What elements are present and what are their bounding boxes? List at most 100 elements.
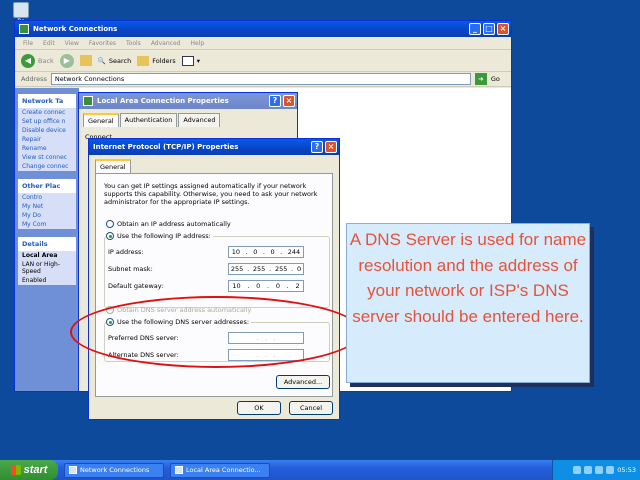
use-following-ip-option[interactable]: Use the following IP address: — [106, 232, 213, 240]
tcpip-properties-titlebar[interactable]: Internet Protocol (TCP/IP) Properties ? … — [89, 139, 339, 155]
default-gateway-label: Default gateway: — [108, 282, 164, 290]
obtain-ip-auto-radio[interactable] — [106, 220, 114, 228]
maximize-button[interactable]: □ — [483, 23, 495, 35]
tab-general[interactable]: General — [83, 113, 119, 127]
annotation-callout: A DNS Server is used for name resolution… — [346, 223, 590, 383]
tray-network-icon[interactable] — [573, 466, 582, 474]
gateway-octet-1: 10 — [232, 282, 241, 290]
task-view-status[interactable]: View st connec — [18, 153, 76, 162]
tcpip-description: You can get IP settings assigned automat… — [104, 182, 318, 206]
cancel-button[interactable]: Cancel — [289, 401, 333, 415]
obtain-ip-auto-option[interactable]: Obtain an IP address automatically — [106, 220, 231, 228]
back-label: Back — [38, 56, 54, 65]
default-gateway-field[interactable]: 10. 0. 0. 2 — [228, 280, 304, 292]
dns-highlight-ellipse — [70, 296, 362, 368]
up-folder-icon — [79, 55, 92, 66]
taskbar: start Network Connections Local Area Con… — [0, 460, 640, 480]
go-label[interactable]: Go — [491, 75, 500, 83]
taskbar-network-connections-label: Network Connections — [80, 466, 150, 474]
taskbar-network-connections[interactable]: Network Connections — [64, 462, 164, 478]
task-pane: Network Ta Create connec Set up office n… — [15, 88, 79, 391]
details-panel: Details Local Area LAN or High-Speed Ena… — [18, 237, 76, 285]
address-field[interactable]: Network Connections — [50, 73, 471, 85]
network-folder-small-icon — [69, 466, 77, 474]
menu-tools[interactable]: Tools — [126, 40, 141, 47]
lan-connection-icon — [83, 96, 93, 106]
close-button[interactable]: × — [497, 23, 509, 35]
use-following-ip-label: Use the following IP address: — [117, 232, 211, 240]
menu-view[interactable]: View — [65, 40, 79, 47]
other-places-header[interactable]: Other Plac — [18, 179, 76, 193]
menu-edit[interactable]: Edit — [43, 40, 55, 47]
lan-close-button[interactable]: × — [283, 95, 295, 107]
place-my-computer[interactable]: My Com — [18, 220, 76, 229]
tab-general-tcpip[interactable]: General — [95, 159, 131, 173]
network-connections-titlebar[interactable]: Network Connections _ □ × — [15, 21, 511, 37]
task-setup[interactable]: Set up office n — [18, 117, 76, 126]
tab-advanced[interactable]: Advanced — [178, 113, 221, 127]
ip-octet-1: 10 — [231, 248, 241, 256]
ip-address-field[interactable]: 10. 0. 0. 244 — [228, 246, 304, 258]
ip-address-label: IP address: — [108, 248, 144, 256]
task-change[interactable]: Change connec — [18, 162, 76, 171]
subnet-octet-4: 0 — [296, 265, 302, 273]
details-title: Local Area — [22, 252, 58, 259]
place-control-panel[interactable]: Contro — [18, 193, 76, 202]
go-arrow-icon[interactable]: ➜ — [474, 73, 487, 85]
other-places-panel: Other Plac Contro My Net My Do My Com — [18, 179, 76, 229]
ip-octet-3: 0 — [270, 248, 275, 256]
task-create[interactable]: Create connec — [18, 108, 76, 117]
tab-authentication[interactable]: Authentication — [119, 113, 178, 127]
lan-properties-titlebar[interactable]: Local Area Connection Properties ? × — [79, 93, 297, 109]
address-value: Network Connections — [54, 75, 125, 83]
ip-octet-4: 244 — [287, 248, 301, 256]
details-status: Enabled — [22, 277, 47, 284]
network-folder-icon — [19, 24, 29, 34]
task-rename[interactable]: Rename — [18, 144, 76, 153]
subnet-mask-field[interactable]: 255. 255. 255. 0 — [228, 263, 304, 275]
network-connections-title: Network Connections — [33, 25, 118, 33]
tray-volume-icon[interactable] — [584, 466, 593, 474]
place-my-network[interactable]: My Net — [18, 202, 76, 211]
views-button[interactable]: ▾ — [181, 55, 200, 66]
taskbar-local-area-connection[interactable]: Local Area Connectio... — [170, 462, 270, 478]
use-following-ip-radio[interactable] — [106, 232, 114, 240]
lan-help-button[interactable]: ? — [269, 95, 281, 107]
gateway-octet-3: 0 — [275, 282, 280, 290]
start-button[interactable]: start — [0, 460, 58, 480]
ok-button[interactable]: OK — [237, 401, 281, 415]
details-header[interactable]: Details — [18, 237, 76, 251]
obtain-ip-auto-label: Obtain an IP address automatically — [117, 220, 231, 228]
start-label: start — [23, 464, 48, 476]
advanced-button[interactable]: Advanced... — [276, 375, 330, 389]
lan-tabs: General Authentication Advanced — [79, 109, 297, 127]
place-my-documents[interactable]: My Do — [18, 211, 76, 220]
tcpip-close-button[interactable]: × — [325, 141, 337, 153]
search-button[interactable]: 🔍 Search — [98, 57, 131, 65]
tray-lan-icon[interactable] — [606, 466, 615, 474]
minimize-button[interactable]: _ — [469, 23, 481, 35]
network-tasks-panel: Network Ta Create connec Set up office n… — [18, 94, 76, 171]
task-disable[interactable]: Disable device — [18, 126, 76, 135]
subnet-octet-1: 255 — [230, 265, 244, 273]
menu-advanced[interactable]: Advanced — [151, 40, 181, 47]
menu-favorites[interactable]: Favorites — [89, 40, 116, 47]
task-repair[interactable]: Repair — [18, 135, 76, 144]
forward-button[interactable]: ▶ — [59, 53, 74, 68]
network-tasks-header[interactable]: Network Ta — [18, 94, 76, 108]
menu-file[interactable]: File — [23, 40, 33, 47]
system-tray: 05:53 — [552, 460, 640, 480]
windows-logo-icon — [10, 465, 21, 475]
back-button[interactable]: ◀ Back — [21, 53, 54, 68]
folders-button[interactable]: Folders — [137, 55, 176, 66]
menu-help[interactable]: Help — [190, 40, 204, 47]
lan-small-icon — [175, 466, 183, 474]
up-folder-button[interactable] — [79, 55, 92, 66]
address-label: Address — [21, 75, 47, 83]
tcpip-help-button[interactable]: ? — [311, 141, 323, 153]
tray-security-icon[interactable] — [595, 466, 604, 474]
tray-clock: 05:53 — [617, 466, 636, 474]
forward-arrow-icon: ▶ — [59, 53, 74, 68]
address-bar: Address Network Connections ➜ Go — [15, 72, 511, 87]
folders-label: Folders — [152, 56, 176, 65]
